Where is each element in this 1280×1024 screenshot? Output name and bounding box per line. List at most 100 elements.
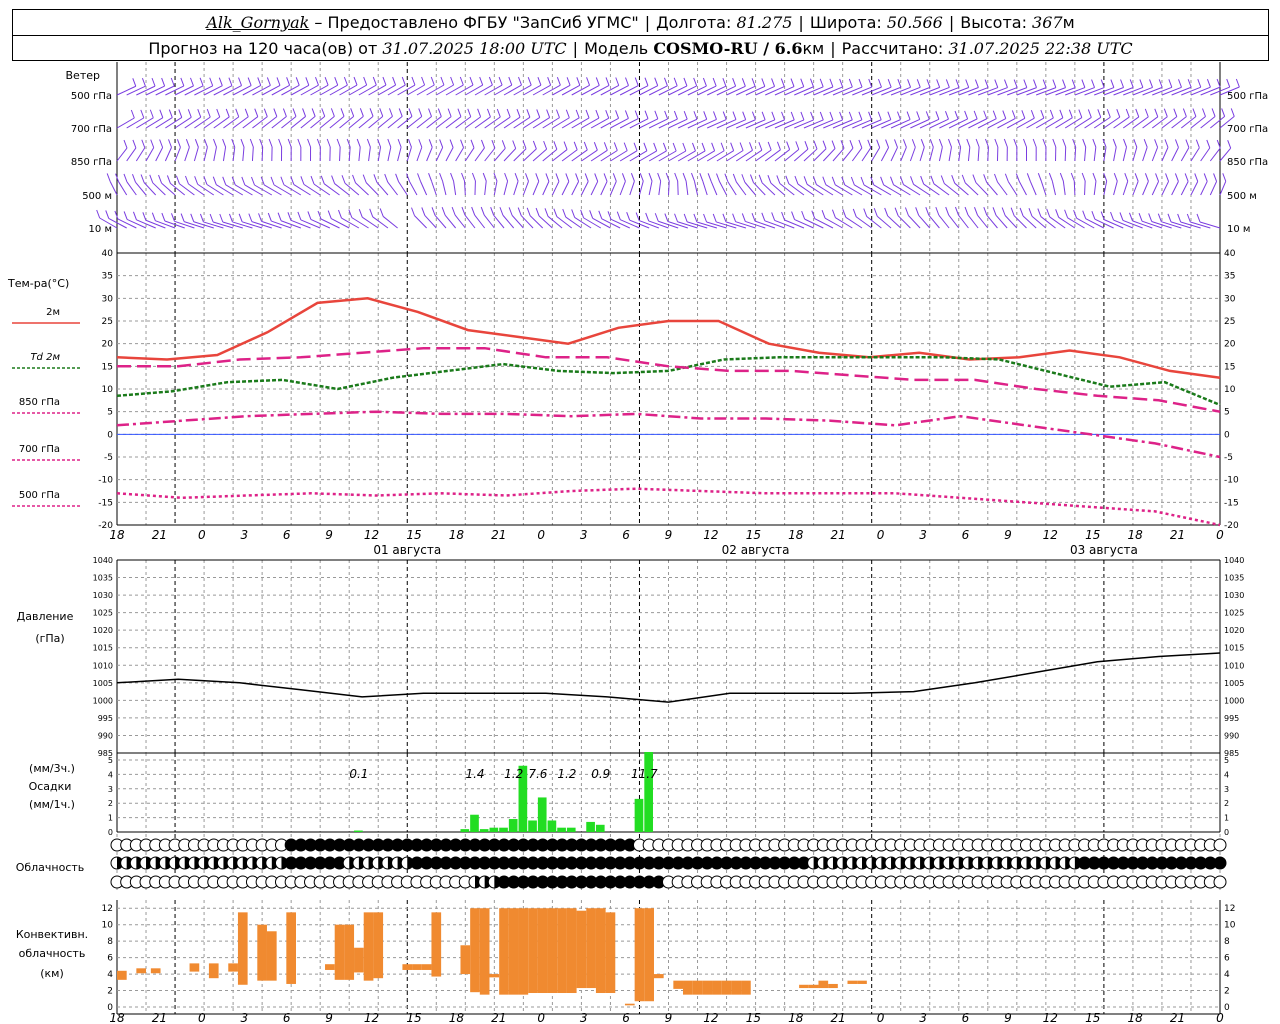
precip-y-tick: 3 [108, 785, 113, 794]
wind-barb [1132, 220, 1153, 229]
convective-bar [537, 908, 548, 994]
wind-barb [1093, 146, 1097, 162]
wind-barb-feather [573, 141, 578, 150]
wind-barb-feather [268, 138, 273, 148]
wind-barb [1180, 221, 1201, 229]
wind-barb-feather [682, 172, 687, 182]
time-tick-label: 12 [364, 528, 379, 542]
wind-barb [964, 182, 979, 196]
wind-barb [619, 118, 639, 129]
wind-barb-feather [292, 108, 297, 117]
wind-barb-feather [352, 174, 357, 184]
wind-barb-feather [258, 213, 263, 222]
wind-barb-feather [440, 76, 445, 86]
wind-barb [764, 149, 781, 162]
pressure-y-tick: 1000 [93, 696, 113, 705]
wind-barb-feather [1148, 213, 1153, 222]
wind-barb-feather [369, 108, 374, 117]
wind-barb-feather [508, 207, 513, 216]
precip-y-tick: 1 [108, 814, 113, 823]
wind-barb [203, 221, 224, 229]
convective-bar [808, 984, 819, 989]
wind-barb [1045, 87, 1066, 96]
wind-barb [300, 219, 321, 229]
wind-barb [803, 119, 824, 129]
wind-barb [1006, 117, 1026, 129]
wind-barb-feather [786, 141, 791, 150]
temp-y-tick-right: 5 [1224, 408, 1230, 418]
wind-barb-feather [307, 138, 312, 148]
convective-y-tick-right: 6 [1224, 954, 1230, 964]
wind-barb [223, 116, 240, 129]
wind-barb [774, 119, 795, 129]
wind-barb-feather [1206, 139, 1211, 149]
wind-barb [1026, 87, 1047, 96]
wind-barb-feather [310, 175, 315, 185]
wind-barb-feather [605, 110, 610, 119]
wind-barb-feather [584, 173, 589, 182]
wind-barb-feather [954, 110, 959, 120]
wind-barb-feather [877, 78, 882, 88]
wind-barb-feather [1059, 109, 1064, 118]
wind-barb [193, 147, 199, 162]
wind-barb [561, 181, 570, 196]
temp-y-tick: 30 [102, 294, 114, 304]
precip-3h-label: 11.7 [631, 767, 658, 781]
time-tick-label: 0 [877, 528, 885, 542]
convective-y-tick-right: 2 [1224, 987, 1230, 997]
wind-barb-feather [1021, 110, 1026, 119]
wind-barb [454, 214, 466, 229]
wind-barb-feather [501, 140, 506, 149]
wind-barb [1180, 147, 1190, 162]
wind-barb [995, 215, 1008, 229]
wind-barb-feather [498, 76, 503, 86]
wind-barb [938, 146, 943, 162]
convective-bar [528, 908, 538, 994]
wind-barb-feather [166, 175, 171, 184]
wind-barb-feather [132, 211, 137, 221]
wind-barb-feather [526, 207, 531, 216]
wind-barb [271, 220, 292, 229]
wind-barb [1004, 215, 1018, 229]
wind-barb-feather [222, 176, 227, 186]
wind-barb-feather [925, 111, 930, 120]
wind-barb-feather [1110, 79, 1115, 88]
wind-barb [583, 217, 602, 229]
wind-barb-feather [266, 77, 271, 86]
wind-barb-feather [940, 175, 945, 184]
wind-barb-feather [683, 110, 688, 120]
pressure-y-tick: 995 [98, 714, 113, 723]
wind-barb-feather [168, 139, 172, 148]
wind-barb-feather [1123, 138, 1127, 148]
wind-barb-feather [343, 76, 348, 86]
wind-barb-feather [311, 108, 316, 117]
wind-barb-feather [421, 76, 426, 86]
wind-barb [581, 84, 600, 96]
wind-barb-feather [1091, 210, 1096, 220]
wind-barb-feather [132, 78, 137, 87]
wind-barb-feather [482, 172, 487, 182]
wind-barb [687, 221, 708, 229]
convective-bar [566, 908, 577, 994]
wind-barb [571, 84, 590, 96]
time-tick-label-bottom: 3 [580, 1011, 588, 1024]
wind-level-label: 850 гПа [71, 157, 112, 168]
wind-barb-feather [1037, 173, 1042, 182]
wind-barb [629, 118, 649, 129]
convective-bar [557, 908, 567, 994]
wind-barb-feather [683, 77, 688, 87]
wind-barb-feather [366, 138, 371, 148]
wind-barb [852, 119, 872, 129]
wind-barb [677, 85, 697, 96]
wind-barb [823, 86, 843, 96]
wind-barb [658, 150, 677, 162]
wind-barb-feather [151, 77, 156, 87]
wind-barb-feather [972, 174, 977, 183]
wind-barb [126, 117, 145, 129]
wind-barb [1161, 147, 1169, 162]
convective-bar [228, 963, 238, 972]
wind-barb [745, 119, 766, 129]
wind-barb [1113, 87, 1134, 96]
wind-barb [319, 84, 338, 96]
wind-barb-feather [219, 213, 224, 223]
